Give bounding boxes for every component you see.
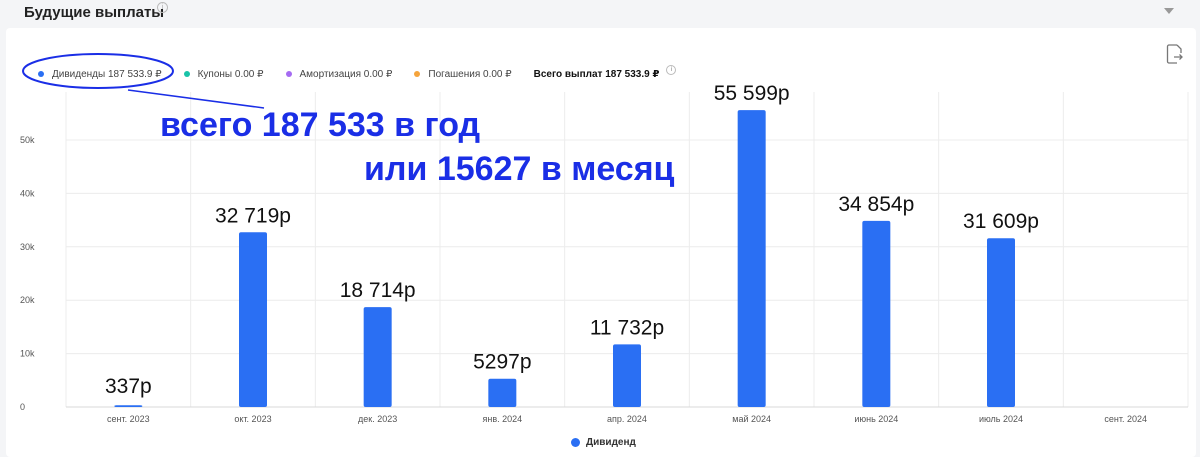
- legend-total: Всего выплат 187 533.9 ₽ i: [533, 65, 677, 80]
- chart-legend: Дивиденды 187 533.9 ₽ Купоны 0.00 ₽ Амор…: [38, 65, 677, 81]
- legend-label: Амортизация 0.00 ₽: [299, 68, 393, 80]
- legend-item-dividends[interactable]: Дивиденды 187 533.9 ₽: [38, 69, 162, 80]
- info-icon[interactable]: i: [666, 65, 677, 75]
- legend-item-amortization[interactable]: Амортизация 0.00 ₽: [285, 68, 393, 80]
- y-tick-label: 20k: [20, 295, 35, 305]
- x-tick-label: сент. 2023: [107, 414, 150, 424]
- x-tick-label: апр. 2024: [607, 414, 647, 424]
- annotation-yearly-total: всего 187 533 в год: [160, 106, 481, 144]
- bar: [737, 110, 766, 407]
- bar-value-label: 32 719р: [215, 204, 291, 227]
- y-tick-label: 0: [20, 402, 25, 412]
- bottom-legend-label: Дивиденд: [586, 437, 636, 448]
- bar-value-label: 18 714р: [340, 279, 416, 302]
- bar: [114, 405, 143, 407]
- legend-total-label: Всего выплат 187 533.9 ₽: [533, 68, 660, 80]
- bottom-legend[interactable]: Дивиденд: [571, 437, 636, 448]
- y-tick-label: 50k: [20, 135, 35, 145]
- x-tick-label: янв. 2024: [483, 414, 523, 424]
- export-file-icon[interactable]: [1166, 44, 1184, 64]
- legend-dot: [285, 71, 292, 77]
- bar: [862, 220, 891, 407]
- legend-label: Купоны 0.00 ₽: [197, 68, 264, 80]
- legend-dot: [571, 438, 580, 447]
- bar: [488, 378, 517, 407]
- legend-dot: [38, 71, 44, 77]
- bar-value-label: 34 854р: [838, 193, 914, 216]
- legend-label: Дивиденды 187 533.9 ₽: [52, 68, 162, 80]
- legend-dot: [414, 71, 421, 77]
- bar: [987, 238, 1015, 407]
- y-tick-label: 30k: [20, 242, 35, 252]
- x-tick-label: июль 2024: [979, 414, 1023, 424]
- bar: [239, 232, 267, 407]
- x-tick-label: окт. 2023: [234, 414, 271, 424]
- x-tick-label: сент. 2024: [1104, 414, 1147, 424]
- bar-value-label: 31 609р: [963, 210, 1039, 233]
- legend-item-redemptions[interactable]: Погашения 0.00 ₽: [414, 68, 512, 80]
- x-tick-label: май 2024: [732, 414, 771, 424]
- bar-value-label: 5297р: [473, 351, 531, 374]
- bar-value-label: 11 732р: [590, 316, 664, 339]
- annotation-monthly-total: или 15627 в месяц: [364, 150, 675, 188]
- bar: [613, 344, 641, 407]
- bar-value-label: 55 599р: [714, 82, 790, 105]
- y-tick-label: 10k: [20, 349, 35, 359]
- legend-item-coupons[interactable]: Купоны 0.00 ₽: [183, 68, 264, 80]
- bar: [363, 307, 392, 407]
- legend-dot: [183, 71, 190, 77]
- x-tick-label: дек. 2023: [358, 414, 397, 424]
- x-tick-label: июнь 2024: [854, 414, 898, 424]
- bar-value-label: 337р: [105, 375, 152, 398]
- annotation-marks: [22, 53, 265, 109]
- legend-label: Погашения 0.00 ₽: [428, 68, 512, 80]
- y-tick-label: 40k: [20, 188, 35, 198]
